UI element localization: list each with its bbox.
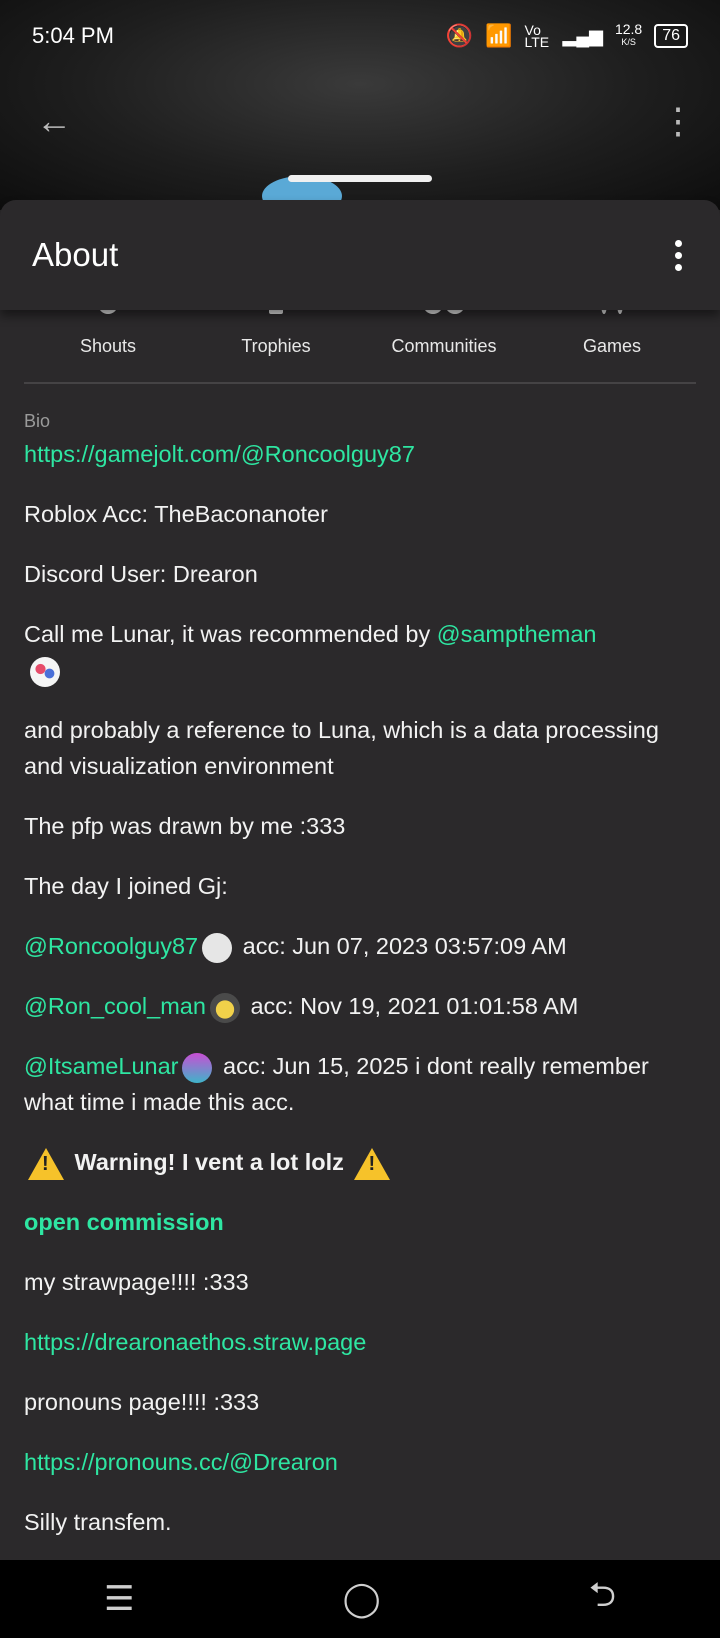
stat-label: Shouts	[79, 336, 137, 356]
stat-label: Communities	[391, 336, 497, 356]
back-return-icon[interactable]: ⮌	[589, 1571, 616, 1628]
battery-indicator: 76	[654, 24, 688, 48]
stat-games[interactable]: Games	[528, 300, 696, 382]
status-time: 5:04 PM	[32, 23, 114, 48]
recents-menu-icon[interactable]: ☰	[104, 1579, 134, 1619]
bio-label: Bio	[24, 411, 51, 431]
bio-section: Bio https://gamejolt.com/@Roncoolguy87 R…	[24, 408, 696, 1564]
itsamelunar-avatar-icon	[182, 1052, 213, 1083]
lunar-text: Call me Lunar, it was recommended by	[24, 621, 437, 647]
volte-icon: Vo LTE	[524, 22, 550, 50]
network-speed: 12.8 K/S	[614, 21, 643, 49]
joined-text: The day I joined Gj:	[24, 873, 228, 899]
strawpage-link[interactable]: https://drearonaethos.straw.page	[24, 1329, 366, 1355]
wifi-icon: 📶	[485, 23, 513, 48]
signal-icon: ▂▄▆	[562, 25, 603, 46]
status-bar: 5:04 PM 🔕 📶 Vo LTE ▂▄▆ 12.8 K/S 76	[0, 0, 720, 72]
system-nav-bar: ☰ ◯ ⮌	[0, 1560, 720, 1638]
more-options-icon[interactable]	[669, 234, 688, 277]
acc1-date: acc: Jun 07, 2023 03:57:09 AM	[236, 933, 567, 959]
discord-text: Discord User: Drearon	[24, 561, 258, 587]
overflow-menu-icon[interactable]: ⋮	[660, 100, 696, 142]
status-icons: 🔕 📶 Vo LTE ▂▄▆ 12.8 K/S 76	[445, 21, 688, 50]
heart-emoji-icon	[30, 656, 60, 687]
stat-trophies[interactable]: Trophies	[192, 300, 360, 382]
samptheman-mention[interactable]: @samptheman	[437, 621, 597, 647]
sheet-title: About	[32, 236, 119, 273]
network-speed-unit: K/S	[621, 37, 636, 47]
ron-cool-man-mention[interactable]: @Ron_cool_man	[24, 993, 206, 1019]
pfp-text: The pfp was drawn by me :333	[24, 813, 346, 839]
ron-cool-man-avatar-icon	[209, 992, 240, 1023]
luna-text: and probably a reference to Luna, which …	[24, 717, 659, 779]
open-commission-link[interactable]: open commission	[24, 1209, 224, 1235]
back-arrow-icon[interactable]: ←	[36, 100, 72, 142]
stat-label: Games	[582, 336, 642, 356]
warning-text: Warning! I vent a lot lolz	[68, 1149, 351, 1175]
roncoolguy87-avatar-icon	[202, 932, 233, 963]
stat-communities[interactable]: Communities	[360, 300, 528, 382]
acc2-date: acc: Nov 19, 2021 01:01:58 AM	[243, 993, 579, 1019]
roblox-text: Roblox Acc: TheBaconanoter	[24, 501, 328, 527]
warning-icon: !	[354, 1147, 391, 1180]
mute-bell-icon: 🔕	[445, 23, 474, 48]
warning-icon: !	[28, 1147, 64, 1180]
home-circle-icon[interactable]: ◯	[343, 1579, 381, 1619]
strawpage-text: my strawpage!!!! :333	[24, 1269, 249, 1295]
itsamelunar-mention[interactable]: @ItsameLunar	[24, 1053, 178, 1079]
roncoolguy87-mention[interactable]: @Roncoolguy87	[24, 933, 198, 959]
profile-stats: Shouts Trophies Communities Games	[24, 300, 696, 384]
stat-label: Trophies	[241, 336, 311, 356]
network-speed-value: 12.8	[614, 21, 643, 37]
identity-text: Silly transfem.	[24, 1509, 172, 1535]
stat-shouts[interactable]: Shouts	[24, 300, 192, 382]
pronouns-link[interactable]: https://pronouns.cc/@Drearon	[24, 1449, 338, 1475]
gamejolt-link[interactable]: https://gamejolt.com/@Roncoolguy87	[24, 441, 415, 467]
pronouns-text: pronouns page!!!! :333	[24, 1389, 260, 1415]
about-sheet-header: About	[0, 200, 720, 310]
sheet-drag-handle[interactable]	[288, 175, 432, 182]
